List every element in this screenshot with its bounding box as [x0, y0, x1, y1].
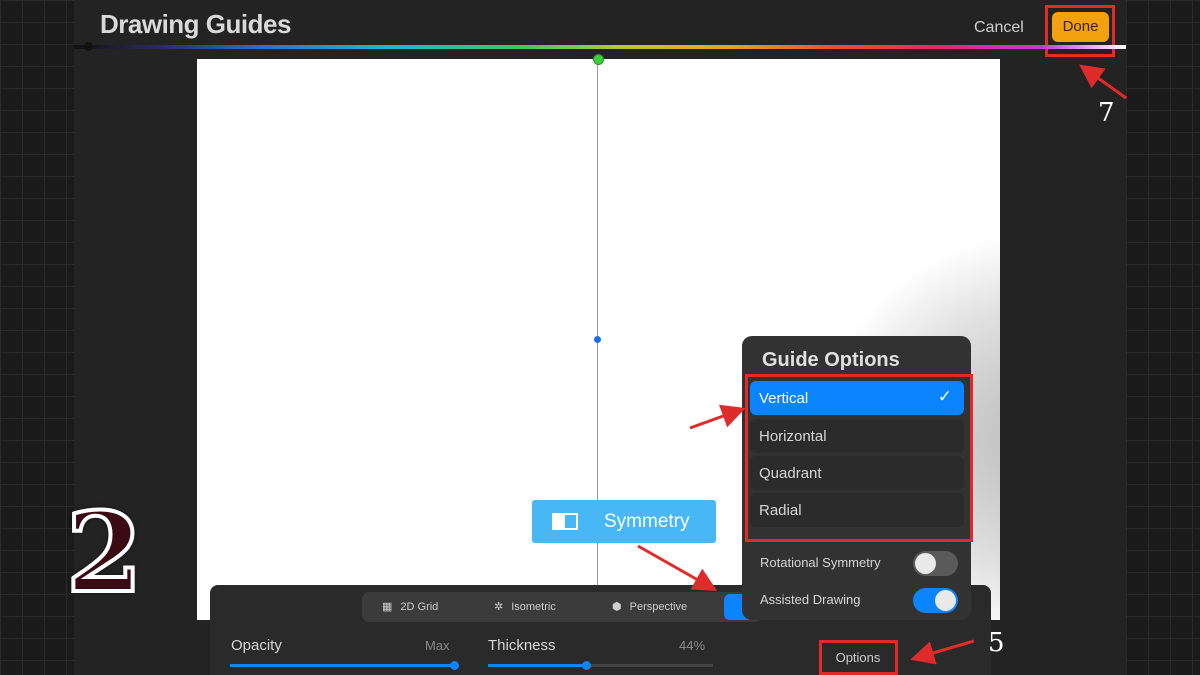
cancel-button[interactable]: Cancel: [974, 19, 1024, 37]
opacity-slider-knob[interactable]: [450, 661, 459, 670]
options-highlight-box: [745, 374, 973, 542]
tab-isometric[interactable]: ✲ Isometric: [494, 600, 556, 613]
callout-4: 4: [630, 556, 647, 586]
guide-options-title: Guide Options: [762, 349, 900, 371]
isometric-icon: ✲: [494, 601, 504, 613]
callout-7: 7: [1098, 98, 1115, 128]
guide-rotation-handle[interactable]: [593, 54, 604, 65]
rotational-symmetry-row: Rotational Symmetry: [750, 547, 964, 579]
assisted-drawing-label: Assisted Drawing: [760, 592, 861, 607]
page-title: Drawing Guides: [100, 9, 291, 39]
opacity-value: Max: [425, 638, 450, 653]
tab-label: Isometric: [511, 601, 556, 613]
perspective-icon: ⬢: [612, 601, 622, 613]
callout-6: 6: [664, 418, 681, 448]
color-slider[interactable]: [74, 45, 1126, 49]
guide-type-tabs: ▦ 2D Grid ✲ Isometric ⬢ Perspective: [362, 592, 762, 622]
thickness-value: 44%: [679, 638, 706, 653]
thickness-label: Thickness: [488, 637, 556, 654]
rotational-symmetry-toggle[interactable]: [913, 551, 958, 576]
symmetry-icon: [552, 513, 578, 530]
grid-icon: ▦: [382, 601, 393, 613]
symmetry-label: Symmetry: [532, 500, 716, 543]
opacity-label: Opacity: [231, 637, 282, 654]
assisted-drawing-row: Assisted Drawing: [750, 584, 964, 616]
tab-label: Perspective: [629, 601, 688, 613]
opacity-slider[interactable]: [230, 661, 459, 670]
tab-label: 2D Grid: [400, 601, 439, 613]
left-background-grid: [0, 0, 74, 675]
step-number: 2: [64, 488, 145, 617]
callout-5: 5: [988, 628, 1005, 658]
thickness-slider-knob[interactable]: [582, 661, 591, 670]
tab-2d-grid[interactable]: ▦ 2D Grid: [382, 600, 438, 613]
tab-perspective[interactable]: ⬢ Perspective: [612, 600, 687, 613]
right-background-grid: [1126, 0, 1200, 675]
done-highlight-box: [1045, 5, 1115, 57]
rotational-symmetry-label: Rotational Symmetry: [760, 555, 881, 570]
guide-center-handle[interactable]: [594, 336, 601, 343]
opacity-slider-fill: [230, 664, 455, 667]
color-slider-handle[interactable]: [84, 42, 93, 51]
options-button-highlight-box: [819, 640, 898, 675]
thickness-slider-fill: [488, 664, 587, 667]
symmetry-label-text: Symmetry: [604, 511, 690, 532]
assisted-drawing-toggle[interactable]: [913, 588, 958, 613]
thickness-slider[interactable]: [488, 661, 713, 670]
